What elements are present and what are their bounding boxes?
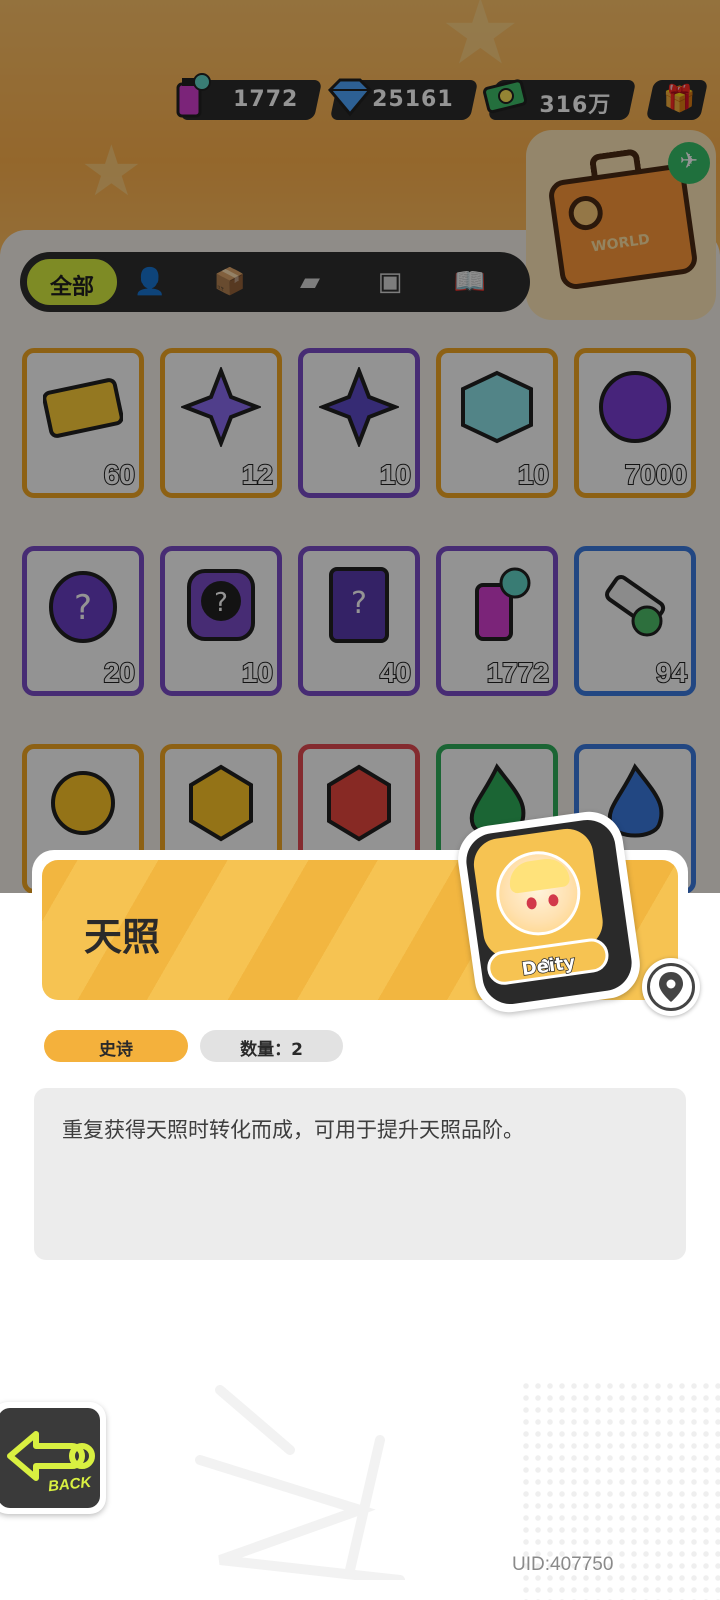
locate-button[interactable] [642,958,700,1016]
item-count: 10 [241,656,274,689]
decor-scribble [195,1385,405,1580]
gift-icon: 🎁 [663,84,696,114]
uid-label: UID:407750 [512,1554,614,1575]
item-description: 重复获得天照时转化而成，可用于提升天照品阶。 [62,1118,524,1142]
item-count: 40 [379,656,412,689]
purple-star-icon [319,367,399,447]
tab-all[interactable]: 全部 [24,256,120,308]
item-mystery-egg[interactable]: ? 20 [22,546,144,696]
item-count: 20 [103,656,136,689]
pin-icon [566,193,605,233]
inventory-screen: { "currencies": [ {"name": "spray-can", … [0,0,720,1600]
decor-star-icon: ★ [80,130,143,212]
item-spray-can[interactable]: 1772 [436,546,558,696]
svg-text:?: ? [214,588,228,618]
rainbow-star-icon [181,367,261,447]
item-title: 天照 [84,915,161,959]
box-icon[interactable]: 📦 [212,264,248,300]
cash-icon [480,70,532,122]
item-description-box: 重复获得天照时转化而成，可用于提升天照品阶。 [34,1088,686,1260]
item-count: 7000 [624,458,688,491]
gift-button[interactable]: 🎁 [645,80,709,120]
item-cube[interactable]: 10 [436,348,558,498]
item-count: 10 [517,458,550,491]
item-mystery-deity[interactable]: ? 10 [160,546,282,696]
item-purple-star[interactable]: 10 [298,348,420,498]
back-label: BACK [47,1473,93,1496]
item-cool-badge[interactable]: 7000 [574,348,696,498]
book-icon[interactable]: 📖 [452,264,488,300]
item-count: 94 [655,656,688,689]
item-mystery-travel-card[interactable]: ? 40 [298,546,420,696]
cool-badge-icon [595,367,675,447]
rarity-badge: 史诗 [44,1030,188,1062]
world-chest-button[interactable]: WORLD ✈ [526,130,716,320]
inventory-background: ★ ★ 1772 25161 316万 🎁 WORLD ✈ 全部 👤 📦 ▰ ▣… [0,0,720,893]
item-paint-tube[interactable]: 94 [574,546,696,696]
spray-can-icon [457,565,537,645]
person-icon[interactable]: 👤 [132,264,168,300]
item-ticket[interactable]: 60 [22,348,144,498]
card-icon[interactable]: ▰ [292,264,328,300]
gold-gem-icon [181,763,261,843]
category-tabs: 全部 👤 📦 ▰ ▣ 📖 [20,252,530,312]
location-pin-icon [659,972,683,1002]
svg-text:?: ? [351,586,367,621]
diamond-icon [324,70,376,122]
back-button[interactable]: BACK [0,1402,106,1514]
plane-icon: ✈ [668,142,710,184]
mystery-egg-icon: ? [43,565,123,645]
svg-text:?: ? [74,588,92,628]
quantity-badge: 数量：2 [200,1030,343,1062]
cube-icon [457,367,537,447]
sticker-icon[interactable]: ▣ [372,264,408,300]
item-rainbow-star[interactable]: 12 [160,348,282,498]
deity-avatar [490,845,586,941]
world-label: WORLD [590,231,651,256]
item-count: 10 [379,458,412,491]
mystery-deity-icon: ? [181,565,261,645]
ticket-icon [43,367,123,447]
spray-can-icon [164,70,216,122]
paint-tube-icon [595,565,675,645]
gold-flower-icon [43,763,123,843]
red-gem-icon [319,763,399,843]
item-count: 1772 [486,656,550,689]
item-count: 12 [241,458,274,491]
deity-card: ♥ Deity [453,807,645,1017]
suitcase-icon: WORLD [547,148,699,292]
item-count: 60 [103,458,136,491]
mystery-travel-card-icon: ? [319,565,399,645]
